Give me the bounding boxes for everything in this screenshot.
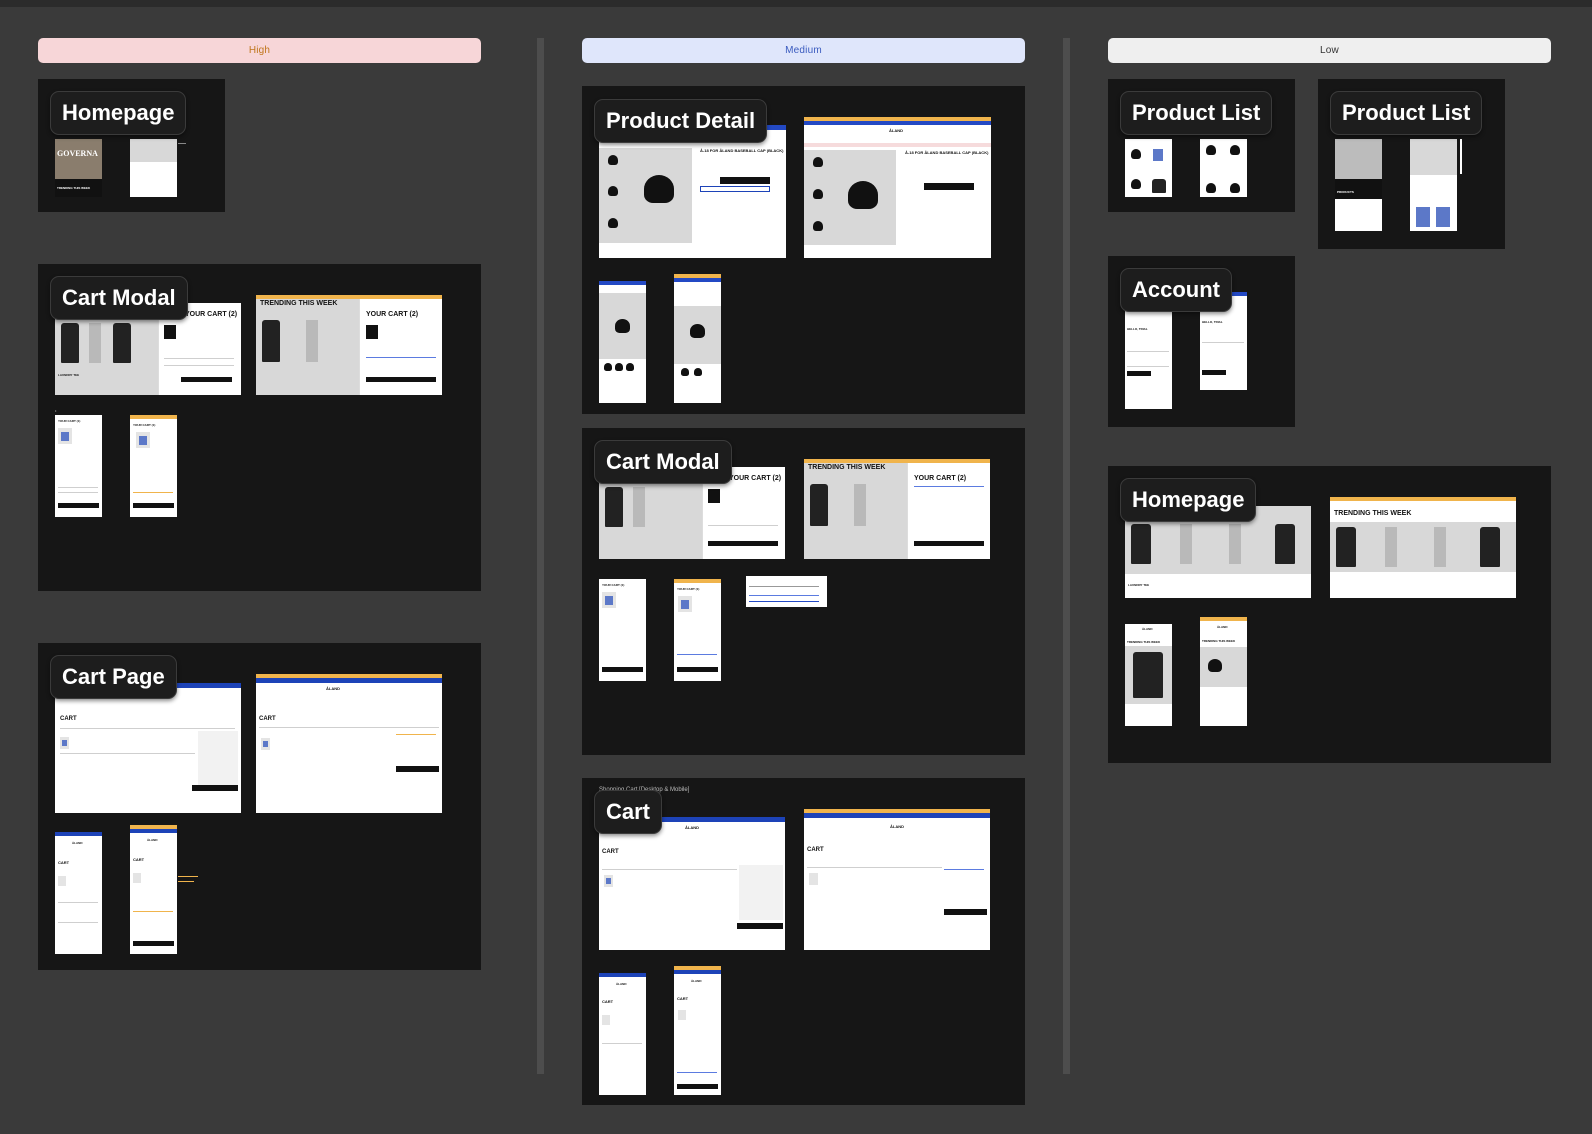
section-high-cart-modal[interactable]: Cart Modal LAUNDRY TEE YOUR CART (2) TRE… — [38, 264, 481, 591]
section-badge: Product List — [1330, 91, 1483, 135]
desktop-homepage-frame-variant[interactable]: TRENDING THIS WEEK — [1330, 497, 1516, 598]
canvas-top-bar — [0, 0, 1592, 7]
column-divider-left — [537, 38, 544, 1074]
mobile-cart-modal-frame[interactable]: YOUR CART (1) — [599, 579, 646, 681]
mobile-homepage-frame-variant[interactable]: ÅLAND TRENDING THIS WEEK — [1200, 617, 1247, 726]
column-divider-right — [1063, 38, 1070, 1074]
mobile-homepage-frame[interactable]: GOVERNA TRENDING THIS WEEK — [55, 139, 102, 197]
section-high-homepage[interactable]: Homepage GOVERNA TRENDING THIS WEEK — [38, 79, 225, 212]
desktop-cart-page-frame[interactable]: CART — [55, 683, 241, 813]
mobile-cart-page-frame[interactable]: ÅLAND CART — [55, 832, 102, 954]
desktop-cart-page-frame-variant[interactable]: ÅLAND CART — [256, 674, 442, 813]
section-badge: Account — [1120, 268, 1232, 312]
section-badge: Cart Page — [50, 655, 177, 699]
mobile-homepage-frame-alt[interactable] — [130, 139, 177, 197]
section-medium-product-detail[interactable]: Product Detail Å-18 FOR ÅLAND BASEBALL C… — [582, 86, 1025, 414]
mobile-cart-page-frame-variant[interactable]: ÅLAND CART — [130, 825, 177, 954]
desktop-product-detail-frame[interactable]: Å-18 FOR ÅLAND BASEBALL CAP (BLACK) — [599, 125, 786, 258]
desktop-cart-modal-frame-variant[interactable]: TRENDING THIS WEEK YOUR CART (2) — [256, 295, 442, 395]
mobile-cart-frame[interactable]: ÅLAND CART — [599, 973, 646, 1095]
section-medium-cart-modal[interactable]: Cart Modal YOUR CART (2) TRENDING THIS W… — [582, 428, 1025, 755]
priority-medium-header[interactable]: Medium — [582, 38, 1025, 63]
mobile-cart-modal-frame-variant[interactable]: YOUR CART (1) — [130, 415, 177, 517]
section-badge: Homepage — [50, 91, 187, 135]
desktop-cart-modal-frame-variant[interactable]: TRENDING THIS WEEK YOUR CART (2) — [804, 459, 990, 559]
section-badge: Product List — [1120, 91, 1273, 135]
section-badge: Product Detail — [594, 99, 768, 143]
section-low-homepage[interactable]: Homepage LAUNDRY TEE TRENDING THIS WEEK … — [1108, 466, 1551, 763]
progress-bar-component-frame[interactable] — [746, 576, 827, 607]
mobile-product-list-frame-variant[interactable] — [1200, 139, 1247, 197]
section-badge: Cart — [594, 790, 663, 834]
mobile-product-search-frame[interactable]: PRODUCTS — [1335, 139, 1382, 231]
mobile-cart-frame-variant[interactable]: ÅLAND CART — [674, 966, 721, 1095]
mobile-product-list-frame[interactable] — [1125, 139, 1172, 197]
section-medium-cart[interactable]: Shopping Cart [Desktop & Mobile] Cart ÅL… — [582, 778, 1025, 1105]
mobile-product-detail-frame-variant[interactable] — [674, 274, 721, 403]
mobile-homepage-frame[interactable]: ÅLAND TRENDING THIS WEEK — [1125, 624, 1172, 726]
section-low-product-list-search[interactable]: Product List PRODUCTS — [1318, 79, 1505, 249]
priority-high-header[interactable]: High — [38, 38, 481, 63]
section-low-product-list-mobile[interactable]: Product List — [1108, 79, 1295, 212]
section-badge: Cart Modal — [594, 440, 732, 484]
priority-low-header[interactable]: Low — [1108, 38, 1551, 63]
mobile-account-frame[interactable]: HELLO, TRIAL — [1125, 311, 1172, 409]
mobile-cart-modal-frame-variant[interactable]: YOUR CART (1) — [674, 579, 721, 681]
desktop-cart-frame[interactable]: ÅLAND CART — [599, 817, 785, 950]
section-high-cart-page[interactable]: Cart Page CART ÅLAND CART ÅLAND CART ÅLA… — [38, 643, 481, 970]
mobile-product-search-frame-variant[interactable] — [1410, 139, 1457, 231]
section-badge: Cart Modal — [50, 276, 188, 320]
section-low-account[interactable]: Account HELLO, TRIAL HELLO, TRIAL — [1108, 256, 1295, 427]
desktop-product-detail-frame-variant[interactable]: ÅLAND Å-18 FOR ÅLAND BASEBALL CAP (BLACK… — [804, 117, 991, 258]
section-badge: Homepage — [1120, 478, 1257, 522]
desktop-cart-frame-variant[interactable]: ÅLAND CART — [804, 809, 990, 950]
mobile-cart-modal-frame[interactable]: YOUR CART (1) — [55, 415, 102, 517]
mobile-product-detail-frame[interactable] — [599, 281, 646, 403]
